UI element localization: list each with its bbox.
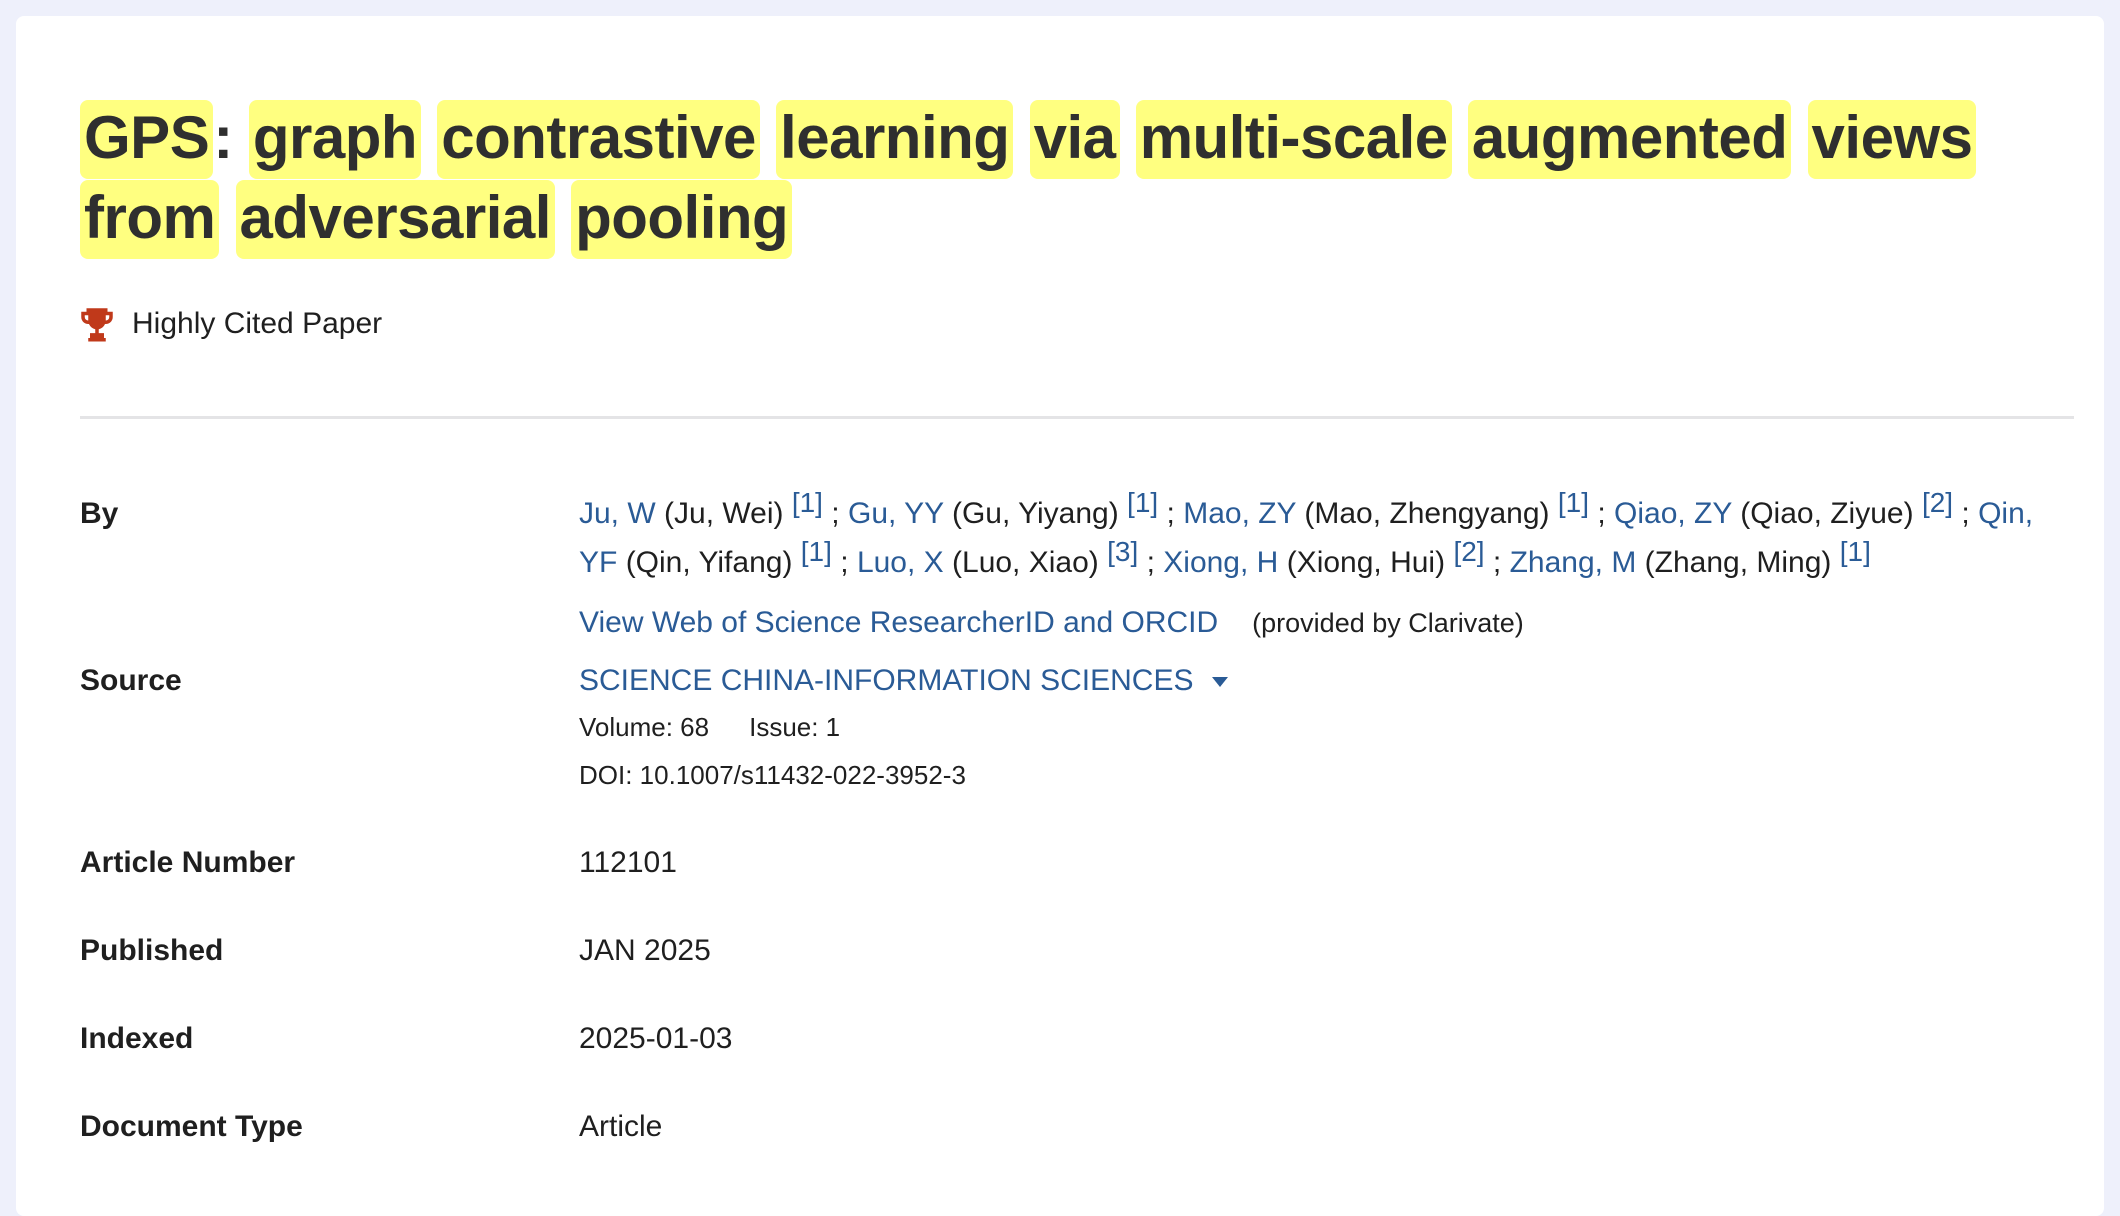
affiliation-link[interactable]: [2] <box>1922 487 1953 518</box>
title-word: adversarial <box>235 180 555 259</box>
author-link[interactable]: Mao, ZY <box>1183 497 1296 530</box>
article-number-row: Article Number 112101 <box>80 841 2056 885</box>
source-label: Source <box>80 664 182 697</box>
author-link[interactable]: Zhang, M <box>1510 546 1637 579</box>
author-link[interactable]: Xiong, H <box>1163 546 1278 579</box>
title-word: from <box>80 180 220 259</box>
by-label: By <box>80 497 119 530</box>
article-number-value: 112101 <box>579 846 677 879</box>
document-type-value: Article <box>579 1110 663 1143</box>
trophy-icon <box>81 308 113 342</box>
journal-name: SCIENCE CHINA-INFORMATION SCIENCES <box>579 664 1194 697</box>
author-full-name: (Qin, Yifang) <box>625 546 793 579</box>
author-link[interactable]: Gu, YY <box>848 497 944 530</box>
affiliation-link[interactable]: [3] <box>1107 536 1138 567</box>
authors-row: By Ju, W (Ju, Wei) [1] ; Gu, YY (Gu, Yiy… <box>80 489 2056 645</box>
caret-down-icon[interactable] <box>1211 677 1228 687</box>
author-link[interactable]: Qiao, ZY <box>1614 497 1732 530</box>
issue: Issue: 1 <box>749 712 841 742</box>
document-type-label: Document Type <box>80 1110 303 1143</box>
author-full-name: (Gu, Yiyang) <box>951 497 1119 530</box>
affiliation-link[interactable]: [1] <box>1558 487 1589 518</box>
author-link[interactable]: Luo, X <box>857 546 944 579</box>
indexed-row: Indexed 2025-01-03 <box>80 1017 2056 1061</box>
indexed-label: Indexed <box>80 1022 194 1055</box>
journal-link[interactable]: SCIENCE CHINA-INFORMATION SCIENCES <box>579 659 1228 703</box>
authors-list: Ju, W (Ju, Wei) [1] ; Gu, YY (Gu, Yiyang… <box>579 487 2034 580</box>
title-word: pooling <box>571 180 793 259</box>
author-full-name: (Luo, Xiao) <box>952 546 1099 579</box>
author-full-name: (Zhang, Ming) <box>1644 546 1832 579</box>
published-label: Published <box>80 934 224 967</box>
title-word: contrastive <box>437 100 760 179</box>
affiliation-link[interactable]: [1] <box>1840 536 1871 567</box>
affiliation-link[interactable]: [1] <box>792 487 823 518</box>
title-word: views <box>1807 100 1977 179</box>
researcher-ids-line: View Web of Science ResearcherID and ORC… <box>579 601 2056 645</box>
record-card: GPS: graph contrastive learning via mult… <box>16 16 2104 1216</box>
author-full-name: (Xiong, Hui) <box>1286 546 1446 579</box>
affiliation-link[interactable]: [1] <box>801 536 832 567</box>
title-word: learning <box>776 100 1014 179</box>
affiliation-link[interactable]: [1] <box>1127 487 1158 518</box>
author-full-name: (Mao, Zhengyang) <box>1304 497 1550 530</box>
title-word: multi-scale <box>1135 100 1452 179</box>
article-number-label: Article Number <box>80 846 296 879</box>
volume-issue-line: Volume: 68 Issue: 1 <box>579 709 2056 745</box>
author-full-name: (Qiao, Ziyue) <box>1740 497 1914 530</box>
source-row: Source SCIENCE CHINA-INFORMATION SCIENCE… <box>80 659 2056 793</box>
divider <box>80 416 2074 419</box>
badge-label: Highly Cited Paper <box>132 307 383 340</box>
provided-by-note: (provided by Clarivate) <box>1252 608 1524 638</box>
published-row: Published JAN 2025 <box>80 929 2056 973</box>
affiliation-link[interactable]: [2] <box>1453 536 1484 567</box>
volume: Volume: 68 <box>579 712 710 742</box>
title-word: graph <box>248 100 422 179</box>
published-value: JAN 2025 <box>579 934 711 967</box>
author-full-name: (Ju, Wei) <box>664 497 784 530</box>
researcher-id-link[interactable]: View Web of Science ResearcherID and ORC… <box>579 606 1218 639</box>
page-title: GPS: graph contrastive learning via mult… <box>80 16 2056 259</box>
document-type-row: Document Type Article <box>80 1105 2056 1149</box>
doi: DOI: 10.1007/s11432-022-3952-3 <box>579 760 966 790</box>
highly-cited-badge: Highly Cited Paper <box>80 304 2056 344</box>
title-word: augmented <box>1467 100 1792 179</box>
author-link[interactable]: Ju, W <box>579 497 656 530</box>
title-word: GPS <box>80 100 214 179</box>
indexed-value: 2025-01-03 <box>579 1022 733 1055</box>
title-word: via <box>1029 100 1120 179</box>
